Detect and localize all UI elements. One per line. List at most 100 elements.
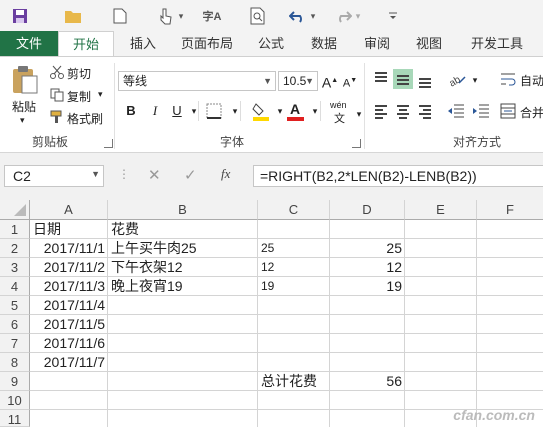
cell-c2[interactable]: 25 xyxy=(258,239,330,258)
cell-a5[interactable]: 2017/11/4 xyxy=(30,296,108,315)
cell-b1[interactable]: 花费 xyxy=(108,220,142,239)
select-all-corner[interactable] xyxy=(0,200,30,220)
cell-d3[interactable]: 12 xyxy=(330,258,405,277)
cell-c3[interactable]: 12 xyxy=(258,258,330,277)
cell-b4[interactable]: 晚上夜宵19 xyxy=(108,277,186,296)
cell-a7[interactable]: 2017/11/6 xyxy=(30,334,108,353)
enter-check-icon[interactable]: ✓ xyxy=(184,166,197,184)
tab-review[interactable]: 审阅 xyxy=(358,31,396,56)
row-header-10[interactable]: 10 xyxy=(0,391,30,410)
cancel-icon[interactable]: ✕ xyxy=(148,166,161,184)
font-color-icon[interactable]: A xyxy=(287,101,305,121)
cell-a1[interactable]: 日期 xyxy=(30,220,64,239)
cell-d9[interactable]: 56 xyxy=(330,372,405,391)
borders-dropdown-icon[interactable]: ▾ xyxy=(226,102,244,120)
clipboard-paste-icon[interactable] xyxy=(10,65,40,95)
row-header-3[interactable]: 3 xyxy=(0,258,30,277)
redo-dropdown-icon[interactable]: ▾ xyxy=(353,6,363,26)
tab-file[interactable]: 文件 xyxy=(0,31,58,56)
print-preview-icon[interactable] xyxy=(248,6,268,26)
row-header-6[interactable]: 6 xyxy=(0,315,30,334)
save-icon[interactable] xyxy=(10,6,30,26)
align-middle-icon[interactable] xyxy=(393,69,413,89)
row-header-7[interactable]: 7 xyxy=(0,334,30,353)
align-bottom-icon[interactable] xyxy=(415,69,435,89)
decrease-font-icon[interactable]: A▼ xyxy=(341,72,359,90)
tab-developer[interactable]: 开发工具 xyxy=(464,31,530,56)
tab-view[interactable]: 视图 xyxy=(410,31,448,56)
row-header-11[interactable]: 11 xyxy=(0,410,30,427)
col-header-d[interactable]: D xyxy=(330,200,405,220)
underline-dropdown-icon[interactable]: ▾ xyxy=(185,102,203,120)
tab-page-layout[interactable]: 页面布局 xyxy=(176,31,238,56)
tab-insert[interactable]: 插入 xyxy=(124,31,162,56)
row-header-2[interactable]: 2 xyxy=(0,239,30,258)
font-launcher-icon[interactable] xyxy=(352,139,361,148)
cell-c4[interactable]: 19 xyxy=(258,277,330,296)
formula-bar-grip-icon[interactable]: ⋮ xyxy=(118,167,130,185)
worksheet-grid[interactable]: A B C D E F 1 2 3 4 5 6 7 8 9 10 11 日期 花… xyxy=(0,200,543,427)
increase-indent-icon[interactable] xyxy=(472,103,490,119)
row-header-4[interactable]: 4 xyxy=(0,277,30,296)
copy-dropdown-icon[interactable]: ▾ xyxy=(98,89,103,100)
tab-home[interactable]: 开始 xyxy=(58,31,114,57)
insert-function-icon[interactable]: fx xyxy=(221,166,230,182)
font-name-select[interactable]: 等线 ▼ xyxy=(118,71,276,91)
merge-center-icon[interactable] xyxy=(500,103,516,119)
row-header-5[interactable]: 5 xyxy=(0,296,30,315)
col-header-f[interactable]: F xyxy=(477,200,543,220)
cell-d2[interactable]: 25 xyxy=(330,239,405,258)
format-painter-button[interactable]: 格式刷 xyxy=(67,110,103,127)
borders-icon[interactable] xyxy=(206,103,222,119)
merge-button[interactable]: 合并 xyxy=(520,104,543,121)
font-color-dropdown-icon[interactable]: ▾ xyxy=(306,102,324,120)
row-header-9[interactable]: 9 xyxy=(0,372,30,391)
spell-check-icon[interactable]: 字A xyxy=(200,6,224,26)
customize-icon[interactable] xyxy=(383,6,403,26)
increase-font-icon[interactable]: A▲ xyxy=(321,72,339,91)
italic-button[interactable]: I xyxy=(146,102,164,120)
decrease-indent-icon[interactable] xyxy=(447,103,465,119)
phonetic-dropdown-icon[interactable]: ▾ xyxy=(350,105,368,123)
phonetic-icon[interactable]: wén xyxy=(330,100,347,110)
underline-button[interactable]: U xyxy=(168,102,186,120)
row-header-1[interactable]: 1 xyxy=(0,220,30,239)
col-header-a[interactable]: A xyxy=(30,200,108,220)
cell-b2[interactable]: 上午买牛肉25 xyxy=(108,239,200,258)
cell-a3[interactable]: 2017/11/2 xyxy=(30,258,108,277)
align-left-icon[interactable] xyxy=(371,101,391,121)
formula-input[interactable]: =RIGHT(B2,2*LEN(B2)-LENB(B2)) xyxy=(253,165,543,187)
clipboard-launcher-icon[interactable] xyxy=(104,139,113,148)
align-top-icon[interactable] xyxy=(371,69,391,89)
new-file-icon[interactable] xyxy=(110,6,130,26)
touch-mode-dropdown-icon[interactable]: ▾ xyxy=(176,6,186,26)
cell-d4[interactable]: 19 xyxy=(330,277,405,296)
cell-c9[interactable]: 总计花费 xyxy=(258,372,320,391)
tab-formulas[interactable]: 公式 xyxy=(252,31,290,56)
paste-button[interactable]: 粘贴 xyxy=(12,98,36,115)
font-size-select[interactable]: 10.5 ▼ xyxy=(278,71,318,91)
bold-button[interactable]: B xyxy=(122,102,140,120)
cell-a6[interactable]: 2017/11/5 xyxy=(30,315,108,334)
cell-a8[interactable]: 2017/11/7 xyxy=(30,353,108,372)
cell-b3[interactable]: 下午衣架12 xyxy=(108,258,186,277)
col-header-e[interactable]: E xyxy=(405,200,477,220)
orientation-icon[interactable]: ab xyxy=(447,71,467,89)
col-header-b[interactable]: B xyxy=(108,200,258,220)
row-header-8[interactable]: 8 xyxy=(0,353,30,372)
undo-icon[interactable] xyxy=(288,6,308,26)
align-center-icon[interactable] xyxy=(393,101,413,121)
cell-a4[interactable]: 2017/11/3 xyxy=(30,277,108,296)
orientation-dropdown-icon[interactable]: ▾ xyxy=(466,71,484,89)
redo-icon[interactable] xyxy=(333,6,353,26)
open-folder-icon[interactable] xyxy=(63,6,83,26)
wrap-text-icon[interactable] xyxy=(500,71,516,87)
touch-mode-icon[interactable] xyxy=(155,6,175,26)
paste-dropdown-icon[interactable]: ▾ xyxy=(20,115,25,126)
wrap-text-button[interactable]: 自动 xyxy=(520,72,543,89)
copy-button[interactable]: 复制 xyxy=(67,88,91,105)
col-header-c[interactable]: C xyxy=(258,200,330,220)
cell-a2[interactable]: 2017/11/1 xyxy=(30,239,108,258)
align-right-icon[interactable] xyxy=(415,101,435,121)
tab-data[interactable]: 数据 xyxy=(305,31,343,56)
